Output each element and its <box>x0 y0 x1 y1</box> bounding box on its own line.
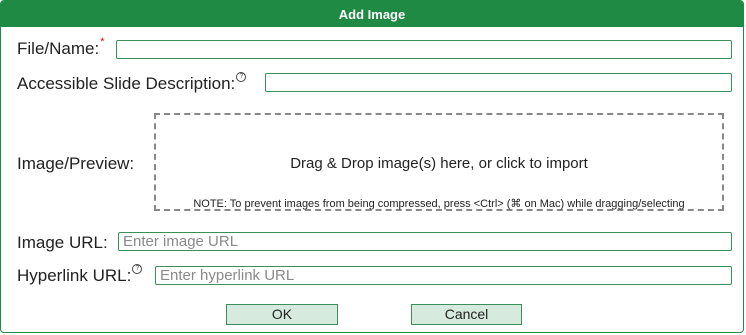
description-label-text: Accessible Slide Description: <box>17 74 236 93</box>
description-label: Accessible Slide Description:? <box>17 72 247 94</box>
description-input[interactable] <box>265 73 732 92</box>
image-drop-zone[interactable]: Drag & Drop image(s) here, or click to i… <box>154 113 724 211</box>
hyperlink-url-input[interactable] <box>155 266 732 285</box>
file-name-label-text: File/Name: <box>17 39 100 58</box>
cancel-button[interactable]: Cancel <box>411 304 522 325</box>
dialog-title-bar: Add Image <box>1 1 743 27</box>
help-icon[interactable]: ? <box>132 264 143 274</box>
required-asterisk: * <box>100 36 105 48</box>
hyperlink-url-label: Hyperlink URL:? <box>17 264 143 286</box>
hyperlink-url-label-text: Hyperlink URL: <box>17 266 132 285</box>
drop-zone-text: Drag & Drop image(s) here, or click to i… <box>290 155 588 172</box>
file-name-label: File/Name:* <box>17 36 105 59</box>
image-preview-label: Image/Preview: <box>17 154 135 173</box>
drop-zone-note: NOTE: To prevent images from being compr… <box>193 198 685 210</box>
file-name-input[interactable] <box>116 40 732 59</box>
help-icon[interactable]: ? <box>236 72 247 82</box>
image-url-input[interactable] <box>118 232 732 251</box>
dialog-title: Add Image <box>338 7 406 22</box>
add-image-dialog: Add Image File/Name:* Accessible Slide D… <box>0 0 744 333</box>
ok-button[interactable]: OK <box>226 304 338 325</box>
image-url-label: Image URL: <box>17 233 108 252</box>
